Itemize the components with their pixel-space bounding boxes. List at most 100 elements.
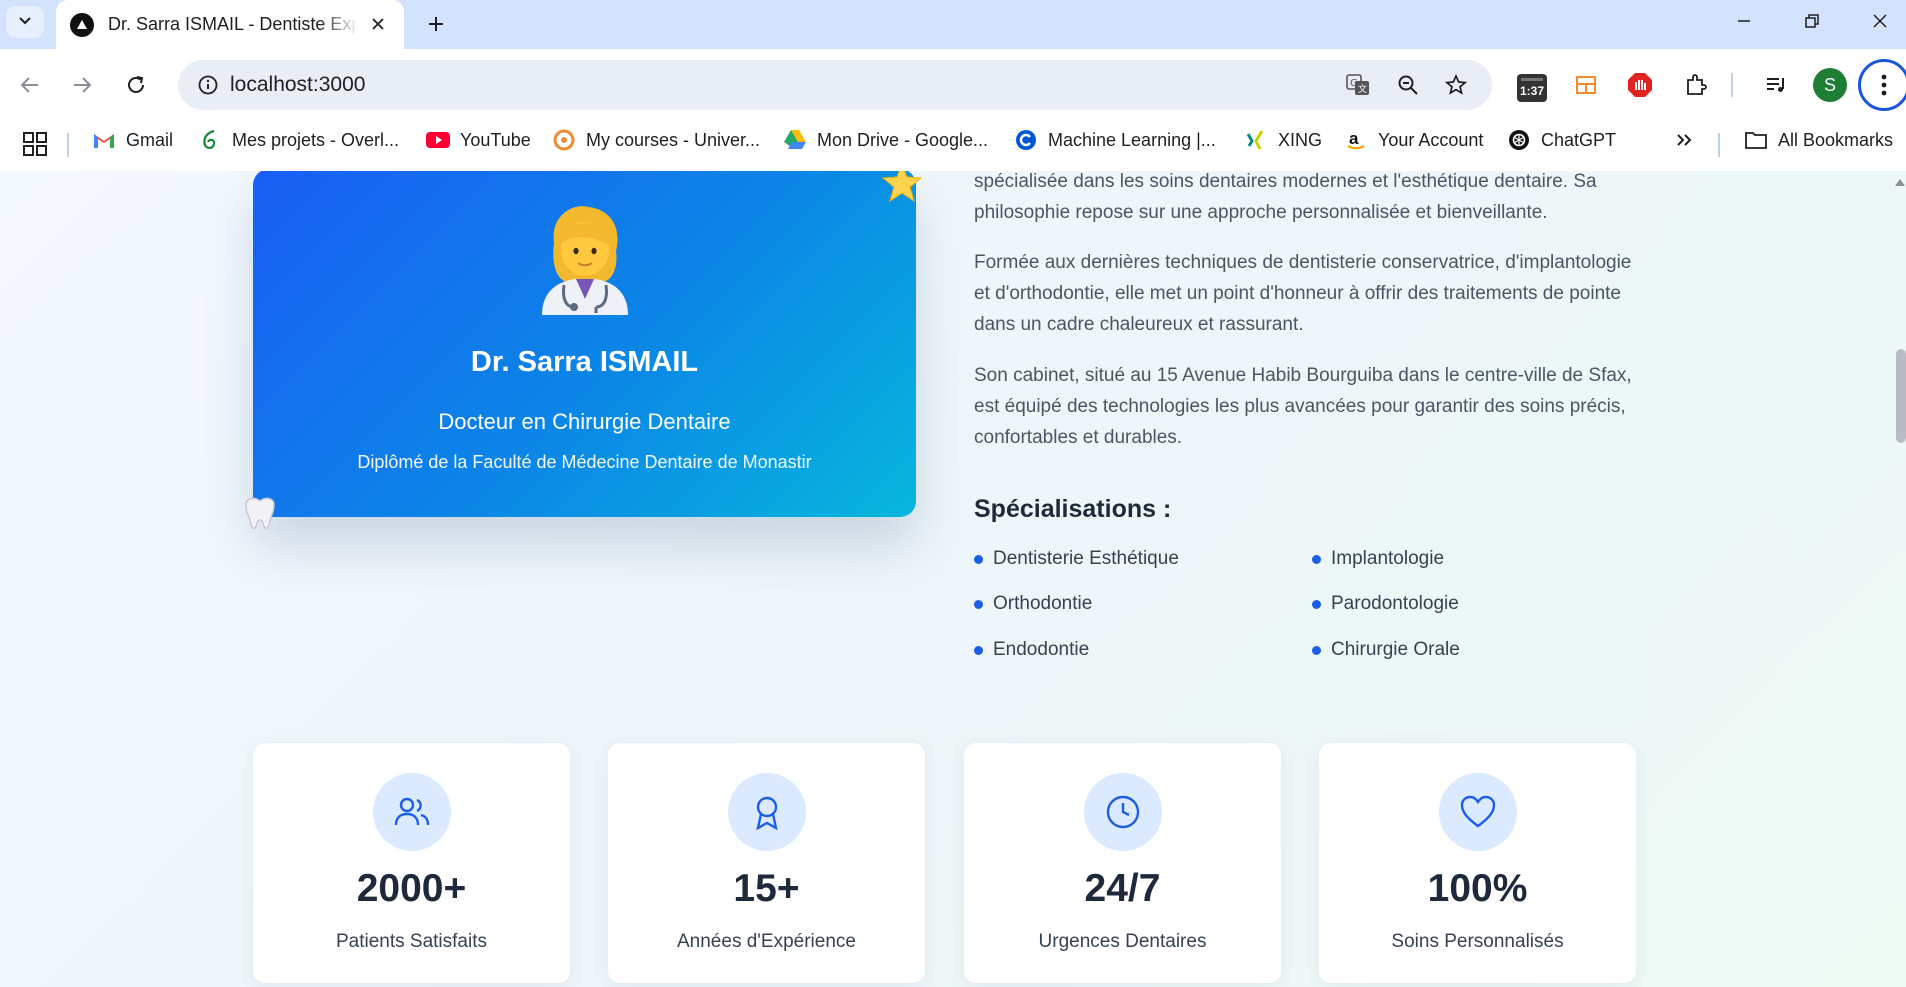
page-scrollbar[interactable] (1894, 171, 1906, 987)
bookmark-label: YouTube (460, 129, 531, 150)
award-icon (728, 773, 806, 851)
close-window-button[interactable] (1850, 2, 1906, 40)
bookmark-overleaf[interactable]: Mes projets - Overl... (198, 121, 399, 159)
bookmark-label: My courses - Univer... (586, 129, 761, 150)
stat-label: Urgences Dentaires (1038, 931, 1207, 952)
stat-card-urgences: 24/7 Urgences Dentaires (964, 743, 1281, 983)
toolbar-divider (1731, 73, 1733, 97)
folder-icon (1744, 128, 1768, 152)
specialisation-item: Parodontologie (1312, 593, 1459, 615)
close-icon (1873, 14, 1887, 28)
restore-button[interactable] (1782, 2, 1842, 40)
reload-button[interactable] (116, 65, 156, 105)
google-drive-icon (783, 128, 807, 152)
bookmark-moodle[interactable]: My courses - Univer... (552, 121, 760, 159)
timer-extension-icon[interactable]: 1:37 (1515, 72, 1549, 104)
browser-menu-button[interactable] (1858, 59, 1906, 111)
clock-icon (1084, 773, 1162, 851)
bookmark-label: XING (1278, 129, 1323, 150)
woman-doctor-icon (536, 203, 634, 315)
heart-icon (1439, 773, 1517, 851)
stat-card-experience: 15+ Années d'Expérience (608, 743, 925, 983)
stat-value: 15+ (733, 867, 800, 910)
star-icon (880, 171, 924, 205)
specialisation-label: Orthodontie (993, 593, 1093, 614)
profile-avatar[interactable]: S (1813, 68, 1847, 102)
bookmark-amazon[interactable]: a Your Account (1344, 121, 1483, 159)
bookmark-label: Machine Learning |... (1048, 129, 1216, 150)
site-info-icon[interactable] (188, 65, 228, 105)
url-text[interactable]: localhost:3000 (230, 73, 365, 97)
bookmark-coursera[interactable]: Machine Learning |... (1014, 121, 1216, 159)
new-tab-button[interactable] (420, 8, 452, 40)
translate-icon[interactable]: G文 (1338, 65, 1378, 105)
bookmarks-divider (1718, 133, 1720, 157)
bullet-icon (1312, 645, 1321, 655)
timer-badge-text: 1:37 (1519, 84, 1545, 98)
bookmarks-bar: Gmail Mes projets - Overl... YouTube My … (0, 121, 1906, 171)
stat-label: Années d'Expérience (677, 931, 856, 952)
zoom-icon[interactable] (1388, 65, 1428, 105)
specialisation-item: Endodontie (974, 639, 1089, 661)
active-tab[interactable]: Dr. Sarra ISMAIL - Dentiste Expert (56, 0, 404, 49)
specialisation-label: Endodontie (993, 639, 1090, 660)
specialisation-label: Parodontologie (1331, 593, 1459, 614)
specialisations-heading: Spécialisations : (974, 495, 1172, 523)
minimize-button[interactable] (1714, 2, 1774, 40)
coursera-icon (1014, 128, 1038, 152)
chatgpt-icon (1507, 128, 1531, 152)
users-icon (373, 773, 451, 851)
stat-value: 100% (1427, 867, 1528, 910)
bookmark-gmail[interactable]: Gmail (92, 121, 173, 159)
close-tab-icon[interactable] (366, 12, 390, 36)
bookmark-youtube[interactable]: YouTube (426, 121, 531, 159)
bookmark-google-drive[interactable]: Mon Drive - Google... (783, 121, 988, 159)
bookmark-label: ChatGPT (1541, 129, 1617, 150)
tab-title: Dr. Sarra ISMAIL - Dentiste Expert (108, 14, 358, 34)
specialisation-item: Orthodontie (974, 593, 1092, 615)
all-bookmarks-label: All Bookmarks (1778, 129, 1894, 150)
bullet-icon (1312, 599, 1321, 609)
bookmark-xing[interactable]: XING (1244, 121, 1322, 159)
stat-label: Patients Satisfaits (335, 931, 488, 952)
arrow-right-icon (74, 77, 92, 93)
all-bookmarks-button[interactable]: All Bookmarks (1744, 121, 1893, 159)
stat-card-soins: 100% Soins Personnalisés (1319, 743, 1636, 983)
bookmark-chatgpt[interactable]: ChatGPT (1507, 121, 1616, 159)
doctor-profile-card: Dr. Sarra ISMAIL Docteur en Chirurgie De… (253, 171, 916, 517)
arrow-left-icon (20, 77, 38, 93)
overleaf-icon (198, 128, 222, 152)
site-favicon-icon (70, 12, 94, 37)
forward-button[interactable] (62, 65, 102, 105)
bookmarks-divider (67, 133, 69, 157)
media-control-icon[interactable] (1756, 65, 1796, 105)
specialisation-item: Chirurgie Orale (1312, 639, 1460, 661)
about-paragraph: Son cabinet, situé au 15 Avenue Habib Bo… (974, 365, 1632, 448)
more-bookmarks-button[interactable] (1672, 121, 1706, 159)
layout-extension-icon[interactable] (1566, 65, 1606, 105)
apps-grid-icon[interactable] (22, 131, 50, 159)
chevron-down-icon (17, 12, 33, 33)
xing-icon (1244, 128, 1268, 152)
bullet-icon (974, 554, 983, 564)
back-button[interactable] (10, 65, 50, 105)
extensions-puzzle-icon[interactable] (1676, 65, 1716, 105)
bookmark-star-icon[interactable] (1436, 65, 1476, 105)
specialisation-label: Implantologie (1331, 548, 1445, 569)
gmail-icon (92, 128, 116, 152)
minimize-icon (1738, 20, 1750, 22)
adblock-extension-icon[interactable] (1620, 65, 1660, 105)
stat-card-patients: 2000+ Patients Satisfaits (253, 743, 570, 983)
amazon-icon: a (1344, 128, 1368, 152)
plus-icon (429, 17, 443, 31)
scrollbar-thumb[interactable] (1896, 349, 1906, 443)
page-viewport: Dr. Sarra ISMAIL Docteur en Chirurgie De… (0, 171, 1906, 987)
svg-text:文: 文 (1358, 83, 1367, 95)
address-bar[interactable]: localhost:3000 G文 (178, 60, 1492, 110)
browser-toolbar: localhost:3000 G文 1:37 S (0, 49, 1906, 121)
scroll-up-arrow-icon[interactable] (1895, 179, 1905, 186)
specialisation-label: Chirurgie Orale (1331, 639, 1460, 660)
tab-search-button[interactable] (6, 6, 44, 38)
tooth-icon (240, 495, 280, 531)
about-paragraph: spécialisée dans les soins dentaires mod… (974, 171, 1597, 223)
